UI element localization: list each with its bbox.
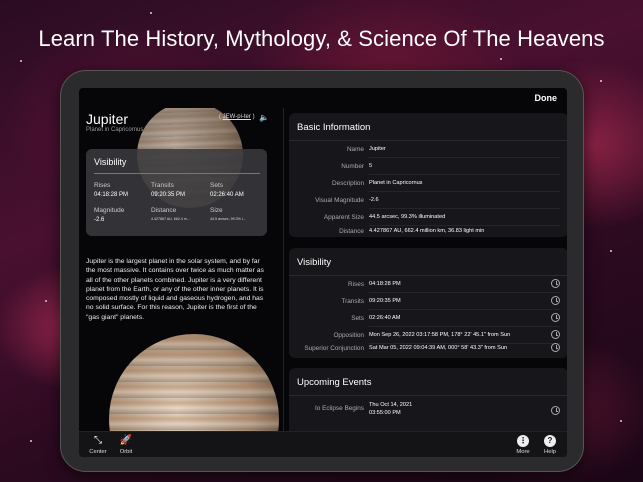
divider xyxy=(289,395,567,396)
row-value: 5 xyxy=(369,163,373,169)
row-value: 4.427867 AU, 662.4 million km, 36.83 lig… xyxy=(369,228,485,234)
row-label: Transits xyxy=(341,298,365,305)
center-button[interactable]: ⤡ Center xyxy=(83,434,113,455)
help-icon: ? xyxy=(535,434,565,447)
object-detail-pane: Jupiter Planet in Capricornus ( JEW-pi-t… xyxy=(79,108,283,431)
sets-value: 02:26:40 AM xyxy=(210,192,244,198)
rises-cell: Rises 04:18:28 PM xyxy=(94,182,128,198)
rocket-icon: 🚀 xyxy=(119,435,133,446)
orbit-button[interactable]: 🚀 Orbit xyxy=(111,434,141,455)
row-value: 09:20:35 PM xyxy=(369,298,401,304)
top-bar: Done xyxy=(79,88,567,108)
row-label: Visual Magnitude xyxy=(315,197,364,204)
row-label: Opposition xyxy=(333,332,364,339)
info-row-distance: Distance 4.427867 AU, 662.4 million km, … xyxy=(289,223,567,240)
row-label: Description xyxy=(332,180,364,187)
tablet-device: Done Jupiter Planet in Capricornus ( JEW… xyxy=(60,70,584,472)
size-value: 44.5 arcsec, 99.3% i... xyxy=(210,217,246,221)
pronunciation-open: ( xyxy=(219,114,221,120)
transits-label: Transits xyxy=(151,182,174,189)
basic-information-card: Basic Information Name Jupiter Number 5 … xyxy=(289,113,567,237)
row-value: 02:26:40 AM xyxy=(369,315,401,321)
event-time: 03:55:00 PM xyxy=(369,409,401,416)
sets-cell: Sets 02:26:40 AM xyxy=(210,182,244,198)
visibility-summary-title: Visibility xyxy=(94,157,127,167)
center-label: Center xyxy=(89,449,107,455)
clock-icon[interactable] xyxy=(551,343,560,352)
size-cell: Size 44.5 arcsec, 99.3% i... xyxy=(210,207,246,221)
clock-icon[interactable] xyxy=(551,406,560,415)
visibility-row-transits: Transits 09:20:35 PM xyxy=(289,293,567,310)
row-value: 04:18:28 PM xyxy=(369,281,401,287)
transits-cell: Transits 09:20:35 PM xyxy=(151,182,185,198)
basic-information-title: Basic Information xyxy=(297,122,371,133)
object-title: Jupiter xyxy=(86,111,129,127)
help-label: Help xyxy=(544,449,556,455)
pronunciation[interactable]: ( JEW-pi-ter ) xyxy=(219,114,255,120)
more-label: More xyxy=(516,449,530,455)
distance-label: Distance xyxy=(151,207,177,214)
row-label: Superior Conjunction xyxy=(304,345,364,352)
object-description: Jupiter is the largest planet in the sol… xyxy=(86,258,264,321)
magnitude-cell: Magnitude -2.6 xyxy=(94,207,124,223)
clock-icon[interactable] xyxy=(551,330,560,339)
row-label: Apparent Size xyxy=(323,214,364,221)
visibility-title: Visibility xyxy=(297,257,332,268)
upcoming-events-card: Upcoming Events Io Eclipse Begins Thu Oc… xyxy=(289,368,567,431)
upcoming-events-title: Upcoming Events xyxy=(297,377,372,388)
pronunciation-link[interactable]: JEW-pi-ter xyxy=(223,114,251,120)
visibility-row-superior-conjunction: Superior Conjunction Sat Mar 05, 2022 09… xyxy=(289,340,567,357)
row-label: Rises xyxy=(348,281,364,288)
magnitude-value: -2.6 xyxy=(94,217,105,223)
more-icon: ⋮ xyxy=(517,435,529,447)
clock-icon[interactable] xyxy=(551,313,560,322)
row-label: Number xyxy=(341,163,364,170)
row-value: Sat Mar 05, 2022 09:04:39 AM, 000° 58' 4… xyxy=(369,345,508,351)
jupiter-image-bottom xyxy=(109,334,279,431)
info-pane-content[interactable]: Basic Information Name Jupiter Number 5 … xyxy=(284,108,567,431)
info-row-number: Number 5 xyxy=(289,158,567,175)
distance-value: 4.427867 AU, 662.4 m... xyxy=(151,217,190,221)
more-button[interactable]: ⋮ More xyxy=(508,434,538,455)
transits-value: 09:20:35 PM xyxy=(151,192,186,198)
visibility-row-sets: Sets 02:26:40 AM xyxy=(289,310,567,327)
event-row: Io Eclipse Begins Thu Oct 14, 2021 03:55… xyxy=(289,400,567,422)
distance-cell: Distance 4.427867 AU, 662.4 m... xyxy=(151,207,190,221)
object-subtitle: Planet in Capricornus xyxy=(86,127,144,133)
row-value: -2.6 xyxy=(369,197,379,203)
app-screen: Done Jupiter Planet in Capricornus ( JEW… xyxy=(79,88,567,457)
info-row-description: Description Planet in Capricornus xyxy=(289,175,567,192)
help-button[interactable]: ? Help xyxy=(535,434,565,455)
sets-label: Sets xyxy=(210,182,224,189)
row-value: Jupiter xyxy=(369,146,386,152)
visibility-card: Visibility Rises 04:18:28 PM Transits 09… xyxy=(289,248,567,358)
info-row-visual-magnitude: Visual Magnitude -2.6 xyxy=(289,192,567,209)
pronunciation-close: ) xyxy=(252,114,255,120)
rises-value: 04:18:28 PM xyxy=(94,192,129,198)
row-label: Sets xyxy=(351,315,364,322)
bottom-toolbar: ⤡ Center 🚀 Orbit ⋮ More ? Help xyxy=(79,431,567,457)
event-date: Thu Oct 14, 2021 xyxy=(369,402,413,408)
marketing-headline: Learn The History, Mythology, & Science … xyxy=(38,26,605,51)
visibility-row-rises: Rises 04:18:28 PM xyxy=(289,276,567,293)
magnitude-label: Magnitude xyxy=(94,207,125,214)
speaker-icon[interactable]: 🔈 xyxy=(259,113,269,122)
row-value: Thu Oct 14, 2021 03:55:00 PM xyxy=(369,402,412,417)
info-row-name: Name Jupiter xyxy=(289,141,567,158)
done-button[interactable]: Done xyxy=(535,93,558,103)
row-label: Name xyxy=(346,146,364,153)
size-label: Size xyxy=(210,207,223,214)
row-label: Io Eclipse Begins xyxy=(314,405,364,412)
clock-icon[interactable] xyxy=(551,296,560,305)
row-value: Mon Sep 26, 2022 03:17:58 PM, 178° 22' 4… xyxy=(369,332,511,338)
orbit-label: Orbit xyxy=(119,449,133,455)
row-value: 44.5 arcsec, 99.3% illuminated xyxy=(369,214,446,220)
row-label: Distance xyxy=(339,228,364,235)
visibility-summary-card: Visibility Rises 04:18:28 PM Transits 09… xyxy=(86,149,267,236)
divider xyxy=(94,173,260,174)
clock-icon[interactable] xyxy=(551,279,560,288)
center-icon: ⤡ xyxy=(94,435,102,446)
row-value: Planet in Capricornus xyxy=(369,180,423,186)
rises-label: Rises xyxy=(94,182,111,189)
